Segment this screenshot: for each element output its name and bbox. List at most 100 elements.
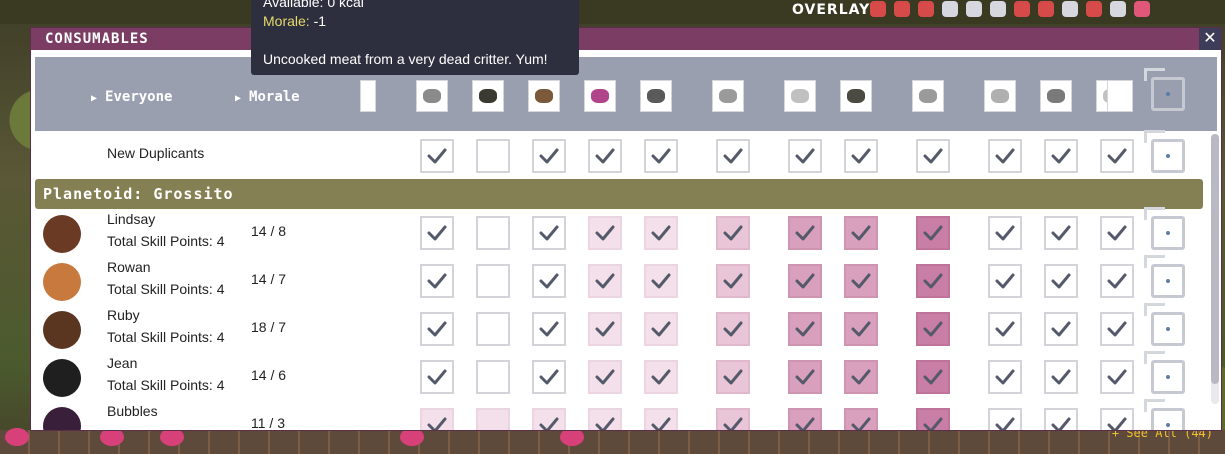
- food-permission-checkbox[interactable]: [716, 216, 750, 250]
- decor-overlay-icon[interactable]: [1038, 1, 1054, 17]
- food-icon[interactable]: [528, 80, 560, 112]
- food-permission-checkbox[interactable]: [844, 408, 878, 430]
- food-permission-checkbox[interactable]: [844, 264, 878, 298]
- food-permission-checkbox[interactable]: [1100, 139, 1134, 173]
- food-permission-checkbox[interactable]: [716, 264, 750, 298]
- duplicant-portrait[interactable]: [43, 215, 81, 253]
- food-permission-checkbox[interactable]: [588, 408, 622, 430]
- food-permission-checkbox[interactable]: [1100, 312, 1134, 346]
- food-permission-checkbox[interactable]: [476, 408, 510, 430]
- food-permission-checkbox[interactable]: [716, 360, 750, 394]
- food-permission-checkbox[interactable]: [1100, 264, 1134, 298]
- food-permission-checkbox[interactable]: [916, 360, 950, 394]
- food-icon-partial[interactable]: [1107, 80, 1133, 112]
- food-permission-checkbox[interactable]: [988, 360, 1022, 394]
- food-permission-checkbox[interactable]: [788, 312, 822, 346]
- food-permission-checkbox[interactable]: [1044, 408, 1078, 430]
- food-permission-checkbox[interactable]: [588, 139, 622, 173]
- food-icon[interactable]: [472, 80, 504, 112]
- reset-row-icon[interactable]: [1144, 399, 1185, 430]
- reset-row-icon[interactable]: [1144, 207, 1185, 250]
- oxygen-overlay-icon[interactable]: [870, 1, 886, 17]
- food-permission-checkbox[interactable]: [588, 264, 622, 298]
- food-permission-checkbox[interactable]: [788, 264, 822, 298]
- food-permission-checkbox[interactable]: [844, 360, 878, 394]
- food-permission-checkbox[interactable]: [532, 360, 566, 394]
- food-permission-checkbox[interactable]: [644, 312, 678, 346]
- food-permission-checkbox[interactable]: [916, 264, 950, 298]
- food-icon[interactable]: [584, 80, 616, 112]
- duplicant-portrait[interactable]: [43, 407, 81, 430]
- plumbing-overlay-icon[interactable]: [990, 1, 1006, 17]
- germ-overlay-icon[interactable]: [1062, 1, 1078, 17]
- food-permission-checkbox[interactable]: [420, 264, 454, 298]
- food-permission-checkbox[interactable]: [916, 408, 950, 430]
- reset-row-icon[interactable]: [1144, 255, 1185, 298]
- food-permission-checkbox[interactable]: [644, 360, 678, 394]
- food-permission-checkbox[interactable]: [476, 360, 510, 394]
- ventilation-overlay-icon[interactable]: [1014, 1, 1030, 17]
- food-permission-checkbox[interactable]: [532, 264, 566, 298]
- food-permission-checkbox[interactable]: [588, 360, 622, 394]
- food-permission-checkbox[interactable]: [716, 139, 750, 173]
- food-permission-checkbox[interactable]: [788, 139, 822, 173]
- light-overlay-icon[interactable]: [966, 1, 982, 17]
- food-permission-checkbox[interactable]: [476, 312, 510, 346]
- materials-overlay-icon[interactable]: [942, 1, 958, 17]
- food-icon[interactable]: [1040, 80, 1072, 112]
- food-permission-checkbox[interactable]: [644, 139, 678, 173]
- food-permission-checkbox[interactable]: [476, 216, 510, 250]
- food-permission-checkbox[interactable]: [420, 312, 454, 346]
- food-permission-checkbox[interactable]: [916, 216, 950, 250]
- food-permission-checkbox[interactable]: [1100, 360, 1134, 394]
- scrollbar[interactable]: [1211, 134, 1219, 404]
- food-permission-checkbox[interactable]: [988, 312, 1022, 346]
- food-permission-checkbox[interactable]: [644, 216, 678, 250]
- food-permission-checkbox[interactable]: [988, 264, 1022, 298]
- food-permission-checkbox[interactable]: [1044, 264, 1078, 298]
- food-permission-checkbox[interactable]: [788, 360, 822, 394]
- morale-sort-header[interactable]: ▶ Morale: [235, 89, 300, 105]
- food-permission-checkbox[interactable]: [844, 139, 878, 173]
- food-permission-checkbox[interactable]: [916, 312, 950, 346]
- food-permission-checkbox[interactable]: [1044, 216, 1078, 250]
- food-permission-checkbox[interactable]: [532, 139, 566, 173]
- food-permission-checkbox[interactable]: [988, 216, 1022, 250]
- food-permission-checkbox[interactable]: [420, 360, 454, 394]
- food-permission-checkbox[interactable]: [588, 216, 622, 250]
- food-icon[interactable]: [712, 80, 744, 112]
- power-overlay-icon[interactable]: [894, 1, 910, 17]
- temperature-overlay-icon[interactable]: [918, 1, 934, 17]
- food-permission-checkbox[interactable]: [476, 264, 510, 298]
- scrollbar-thumb[interactable]: [1211, 134, 1219, 384]
- food-permission-checkbox[interactable]: [844, 216, 878, 250]
- duplicant-portrait[interactable]: [43, 263, 81, 301]
- food-permission-checkbox[interactable]: [1044, 312, 1078, 346]
- food-icon[interactable]: [840, 80, 872, 112]
- food-permission-checkbox[interactable]: [476, 139, 510, 173]
- food-permission-checkbox[interactable]: [788, 408, 822, 430]
- everyone-sort-header[interactable]: ▶ Everyone: [91, 89, 172, 105]
- food-permission-checkbox[interactable]: [420, 408, 454, 430]
- reset-column-icon[interactable]: [1144, 68, 1185, 111]
- food-permission-checkbox[interactable]: [644, 408, 678, 430]
- food-icon[interactable]: [912, 80, 944, 112]
- reset-row-icon[interactable]: [1144, 130, 1185, 173]
- food-permission-checkbox[interactable]: [420, 216, 454, 250]
- conveyor-overlay-icon[interactable]: [1134, 1, 1150, 17]
- reset-row-icon[interactable]: [1144, 351, 1185, 394]
- food-permission-checkbox[interactable]: [1044, 360, 1078, 394]
- duplicant-portrait[interactable]: [43, 311, 81, 349]
- food-permission-checkbox[interactable]: [420, 139, 454, 173]
- food-permission-checkbox[interactable]: [532, 312, 566, 346]
- food-icon[interactable]: [984, 80, 1016, 112]
- food-icon[interactable]: [640, 80, 672, 112]
- farming-overlay-icon[interactable]: [1086, 1, 1102, 17]
- food-icon-partial[interactable]: [360, 80, 376, 112]
- close-button[interactable]: ✕: [1199, 28, 1221, 50]
- food-icon[interactable]: [416, 80, 448, 112]
- food-permission-checkbox[interactable]: [788, 216, 822, 250]
- food-permission-checkbox[interactable]: [988, 408, 1022, 430]
- food-permission-checkbox[interactable]: [532, 216, 566, 250]
- food-permission-checkbox[interactable]: [1044, 139, 1078, 173]
